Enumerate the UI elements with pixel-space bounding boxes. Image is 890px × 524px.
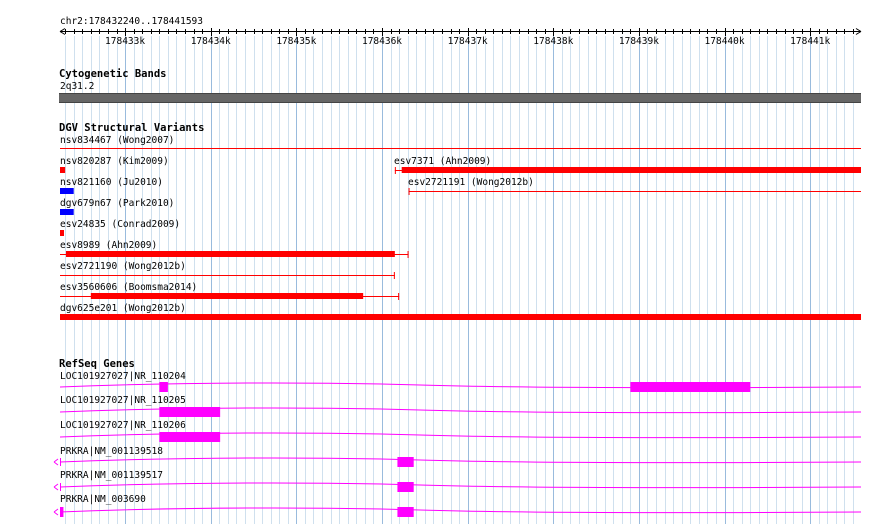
gene-exon [159, 407, 221, 417]
gene-model[interactable] [53, 457, 862, 467]
genome-browser-view: chr2:178432240..178441593 178433k 178434k… [0, 0, 890, 524]
gene-model[interactable] [59, 407, 862, 417]
gene-model[interactable] [53, 482, 862, 492]
gene-model[interactable] [53, 507, 862, 517]
gene-label: LOC101927027|NR_110206 [60, 420, 186, 431]
gene-intron [59, 507, 862, 514]
gene-intron [59, 482, 862, 489]
gene-exon [397, 482, 414, 492]
gene-strand-arrow [53, 458, 59, 466]
gene-label: LOC101927027|NR_110204 [60, 371, 186, 382]
gene-label: PRKRA|NM_003690 [60, 494, 146, 505]
gene-model[interactable] [59, 432, 862, 442]
gene-model[interactable] [59, 382, 862, 392]
gene-exon [397, 507, 414, 517]
gene-exon [630, 382, 751, 392]
gene-exon [397, 457, 414, 467]
gene-label: PRKRA|NM_001139518 [60, 446, 163, 457]
gene-label: PRKRA|NM_001139517 [60, 470, 163, 481]
gene-exon [159, 382, 168, 392]
gene-exon [159, 432, 221, 442]
gene-strand-arrow [53, 508, 59, 516]
gene-intron [59, 457, 862, 464]
gene-label: LOC101927027|NR_110205 [60, 395, 186, 406]
gene-strand-arrow [53, 483, 59, 491]
